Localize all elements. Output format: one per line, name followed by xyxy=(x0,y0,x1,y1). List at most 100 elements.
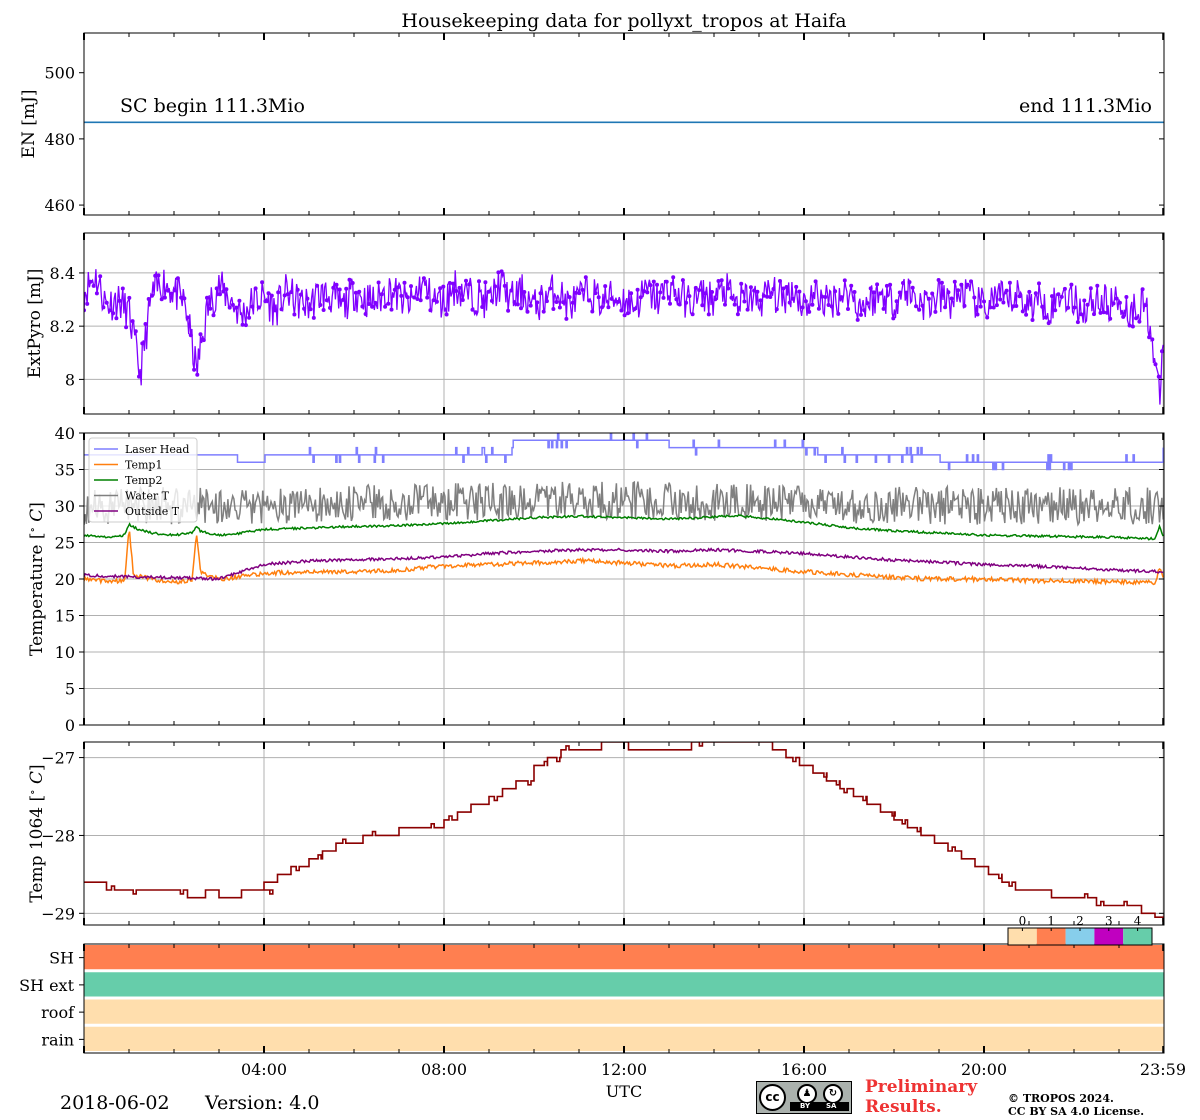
extpyro-point xyxy=(305,296,310,301)
extpyro-point xyxy=(690,312,695,317)
y-axis-label: EN [mJ] xyxy=(19,90,39,159)
y-tick-label: 8.4 xyxy=(50,264,75,283)
extpyro-point xyxy=(366,302,371,306)
extpyro-point xyxy=(671,275,676,280)
extpyro-point xyxy=(729,295,734,300)
extpyro-point xyxy=(535,300,540,305)
extpyro-point xyxy=(502,283,507,288)
extpyro-point xyxy=(1072,305,1077,310)
extpyro-point xyxy=(295,287,300,292)
extpyro-point xyxy=(1046,321,1051,326)
extpyro-point xyxy=(1030,318,1035,322)
extpyro-point xyxy=(224,287,229,292)
colorbar-tick-label: 0 xyxy=(1019,914,1027,928)
y-axis-label: Temp 1064 [∘ C] xyxy=(26,764,48,902)
extpyro-point xyxy=(871,290,876,295)
extpyro-point xyxy=(396,285,400,290)
extpyro-point xyxy=(172,288,177,293)
legend-label: Water T xyxy=(125,490,170,503)
extpyro-point xyxy=(1033,291,1038,296)
extpyro-point xyxy=(428,308,433,313)
preliminary-notice: Preliminary Results. xyxy=(865,1077,977,1117)
x-tick-label: 08:00 xyxy=(421,1060,467,1079)
extpyro-point xyxy=(745,307,750,312)
extpyro-point xyxy=(755,289,760,294)
extpyro-point xyxy=(842,278,847,283)
extpyro-point xyxy=(525,309,530,314)
extpyro-point xyxy=(969,279,973,284)
status-row-label: SH ext xyxy=(19,976,74,995)
extpyro-point xyxy=(337,287,342,292)
extpyro-point xyxy=(849,283,854,288)
extpyro-point xyxy=(250,304,255,309)
extpyro-point xyxy=(629,291,634,296)
extpyro-point xyxy=(389,307,394,312)
extpyro-point xyxy=(1124,295,1129,299)
extpyro-point xyxy=(114,316,119,321)
extpyro-point xyxy=(888,282,893,287)
extpyro-point xyxy=(567,295,572,300)
y-tick-label: −29 xyxy=(41,904,75,923)
extpyro-point xyxy=(1130,324,1135,329)
extpyro-point xyxy=(1082,298,1087,303)
y-axis-label: ExtPyro [mJ] xyxy=(25,269,45,379)
by-label: BY xyxy=(800,1102,811,1110)
extpyro-point xyxy=(1017,294,1022,299)
y-tick-label: 8.2 xyxy=(50,317,75,336)
extpyro-point xyxy=(334,282,339,287)
extpyro-point xyxy=(253,286,258,291)
extpyro-point xyxy=(289,290,294,295)
extpyro-point xyxy=(603,284,608,289)
extpyro-point xyxy=(561,300,566,305)
housekeeping-figure: Housekeeping data for pollyxt_tropos at … xyxy=(19,10,1186,1101)
extpyro-point xyxy=(473,310,478,315)
extpyro-point xyxy=(975,312,980,317)
annotation-sc-begin: SC begin 111.3Mio xyxy=(120,95,305,117)
extpyro-point xyxy=(483,280,488,285)
extpyro-point xyxy=(1020,309,1025,314)
extpyro-point xyxy=(130,319,135,324)
extpyro-point xyxy=(421,276,426,281)
extpyro-point xyxy=(166,288,171,293)
extpyro-point xyxy=(140,341,145,346)
extpyro-point xyxy=(625,311,630,316)
extpyro-point xyxy=(917,307,922,312)
extpyro-point xyxy=(1111,301,1116,306)
extpyro-point xyxy=(195,372,200,377)
extpyro-point xyxy=(551,307,556,311)
extpyro-point xyxy=(726,286,731,291)
extpyro-point xyxy=(791,296,795,301)
extpyro-point xyxy=(133,329,138,334)
x-tick-label: 12:00 xyxy=(601,1060,647,1079)
extpyro-point xyxy=(998,297,1003,302)
extpyro-point xyxy=(489,298,494,303)
extpyro-point xyxy=(156,273,161,278)
extpyro-point xyxy=(124,325,129,330)
sa-label: SA xyxy=(826,1102,837,1110)
extpyro-point xyxy=(930,291,935,296)
extpyro-point xyxy=(587,298,591,303)
extpyro-point xyxy=(98,274,103,279)
y-tick-label: 20 xyxy=(55,570,75,589)
extpyro-point xyxy=(1121,314,1126,319)
extpyro-point xyxy=(1037,281,1041,286)
extpyro-point xyxy=(635,287,640,292)
extpyro-point xyxy=(674,297,679,302)
extpyro-point xyxy=(1050,294,1054,299)
extpyro-point xyxy=(402,280,407,285)
extpyro-point xyxy=(509,288,514,293)
extpyro-point xyxy=(645,290,650,295)
extpyro-point xyxy=(441,284,446,289)
extpyro-point xyxy=(360,304,365,309)
extpyro-point xyxy=(693,285,698,290)
extpyro-point xyxy=(697,288,702,293)
extpyro-point xyxy=(923,291,928,296)
preliminary-line2: Results. xyxy=(865,1097,942,1117)
extpyro-point xyxy=(768,295,773,299)
extpyro-point xyxy=(137,374,141,379)
extpyro-point xyxy=(846,307,850,311)
extpyro-point xyxy=(541,309,546,314)
y-tick-label: 5 xyxy=(65,680,75,699)
extpyro-point xyxy=(532,295,536,300)
extpyro-point xyxy=(926,296,931,301)
